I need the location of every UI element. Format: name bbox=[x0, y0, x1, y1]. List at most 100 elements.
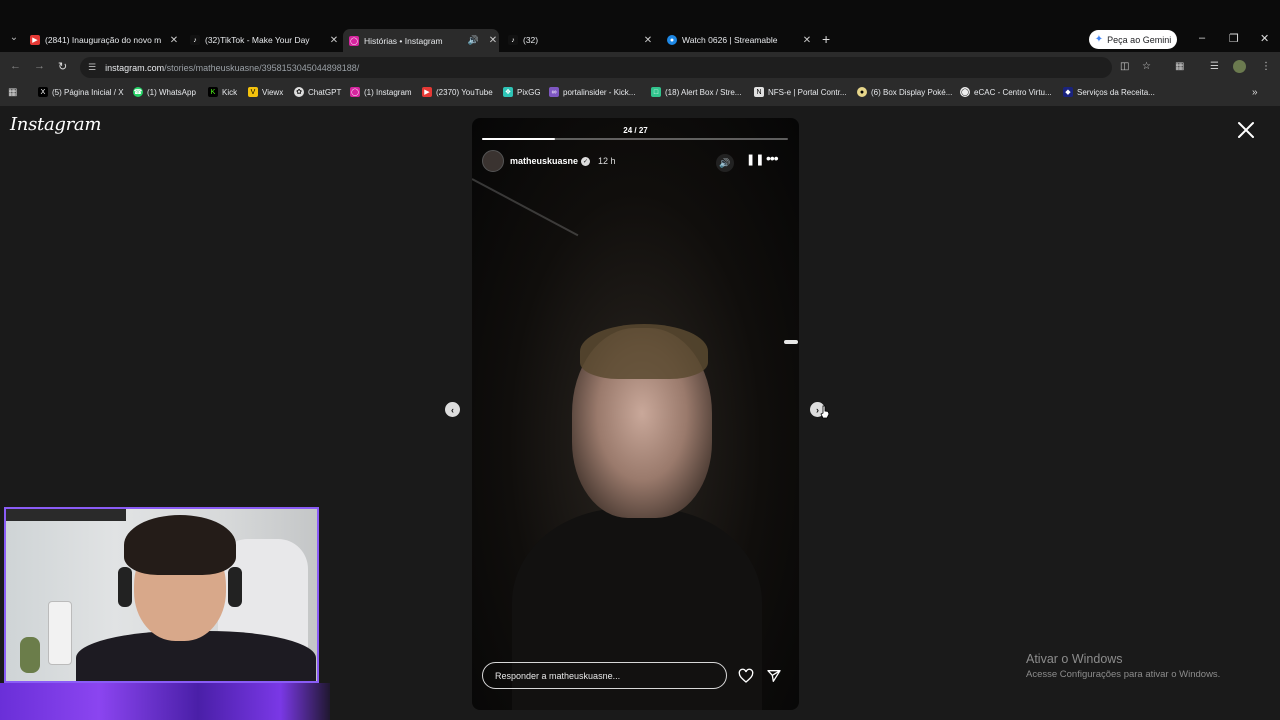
webcam-headset bbox=[118, 567, 132, 607]
tab-title: (2841) Inauguração do novo m bbox=[45, 35, 162, 45]
reload-icon[interactable]: ↻ bbox=[58, 60, 67, 73]
volume-icon[interactable]: 🔊 bbox=[716, 154, 734, 172]
bookmark-label: Serviços da Receita... bbox=[1077, 87, 1155, 97]
pixgg-icon: ❖ bbox=[503, 87, 513, 97]
tab-instagram-stories[interactable]: ◯ Histórias • Instagram 🔊 ✕ bbox=[343, 29, 499, 52]
bookmark-box-display[interactable]: ● (6) Box Display Poké... bbox=[857, 87, 952, 97]
youtube-icon: ▶ bbox=[422, 87, 432, 97]
close-tab-icon[interactable]: ✕ bbox=[801, 35, 813, 46]
address-bar[interactable]: ☰ instagram.com /stories/matheuskuasne/3… bbox=[80, 57, 1112, 78]
tab-youtube[interactable]: ▶ (2841) Inauguração do novo m ✕ bbox=[30, 29, 180, 51]
close-tab-icon[interactable]: ✕ bbox=[168, 35, 180, 46]
media-controls-icon[interactable]: ☰ bbox=[1210, 61, 1219, 72]
bookmark-pixgg[interactable]: ❖ PixGG bbox=[503, 87, 541, 97]
tab-title: Histórias • Instagram bbox=[364, 35, 443, 46]
webcam-figurine bbox=[20, 637, 40, 673]
gemini-sparkle-icon: ✦ bbox=[1094, 34, 1104, 45]
close-tab-icon[interactable]: ✕ bbox=[487, 35, 499, 46]
apps-grid-icon[interactable]: ▦ bbox=[8, 87, 17, 98]
like-heart-icon[interactable] bbox=[738, 668, 754, 684]
kick-icon: K bbox=[208, 87, 218, 97]
bookmark-label: ChatGPT bbox=[308, 87, 342, 97]
bookmark-receita[interactable]: ◆ Serviços da Receita... bbox=[1063, 87, 1155, 97]
send-direct-icon[interactable] bbox=[766, 668, 782, 684]
bookmark-ecac[interactable]: ◯ eCAC - Centro Virtu... bbox=[960, 87, 1052, 97]
bookmark-youtube[interactable]: ▶ (2370) YouTube bbox=[422, 87, 493, 97]
tab-title: Watch 0626 | Streamable bbox=[682, 35, 778, 45]
extensions-puzzle-icon[interactable]: ▦ bbox=[1175, 61, 1184, 72]
story-card[interactable]: 24 / 27 matheuskuasne ✓ 12 h 🔊 ❚❚ ••• Re… bbox=[472, 118, 799, 710]
bookmark-label: (2370) YouTube bbox=[436, 87, 493, 97]
tab-search-chevron-icon[interactable]: ⌄ bbox=[6, 30, 22, 46]
instagram-icon: ◯ bbox=[349, 35, 359, 46]
previous-story-arrow-icon[interactable]: ‹ bbox=[445, 402, 460, 417]
bookmark-label: eCAC - Centro Virtu... bbox=[974, 87, 1052, 97]
bookmark-chatgpt[interactable]: ✿ ChatGPT bbox=[294, 87, 341, 97]
url-host: instagram.com bbox=[105, 62, 165, 73]
bookmark-whatsapp[interactable]: ☎ (1) WhatsApp bbox=[133, 87, 196, 97]
close-tab-icon[interactable]: ✕ bbox=[642, 35, 654, 46]
bookmark-label: NFS-e | Portal Contr... bbox=[768, 87, 847, 97]
verified-badge-icon: ✓ bbox=[581, 156, 591, 166]
reply-input[interactable]: Responder a matheuskuasne... bbox=[482, 662, 727, 689]
portalinsider-icon: ∞ bbox=[549, 87, 559, 97]
alertbox-icon: □ bbox=[651, 87, 661, 97]
bookmark-label: (1) WhatsApp bbox=[147, 87, 196, 97]
nfse-icon: N bbox=[754, 87, 764, 97]
bookmark-label: (6) Box Display Poké... bbox=[871, 87, 953, 97]
ask-gemini-button[interactable]: ✦ Peça ao Gemini bbox=[1089, 30, 1177, 49]
profile-avatar[interactable] bbox=[1233, 60, 1246, 73]
bookmark-label: (1) Instagram bbox=[364, 87, 412, 97]
bookmark-label: portalinsider - Kick... bbox=[563, 87, 636, 97]
bookmark-portalinsider[interactable]: ∞ portalinsider - Kick... bbox=[549, 87, 635, 97]
restore-icon[interactable]: ❐ bbox=[1229, 32, 1239, 45]
webcam-person-hair bbox=[124, 515, 236, 575]
x-icon: X bbox=[38, 87, 48, 97]
site-info-icon[interactable]: ☰ bbox=[88, 62, 96, 73]
forward-arrow-icon[interactable]: → bbox=[34, 60, 45, 72]
bookmark-x[interactable]: X (5) Página Inicial / X bbox=[38, 87, 124, 97]
more-bookmarks-chevron-icon[interactable]: » bbox=[1252, 87, 1258, 98]
bookmark-kick[interactable]: K Kick bbox=[208, 87, 237, 97]
chatgpt-icon: ✿ bbox=[294, 87, 304, 97]
close-story-icon[interactable] bbox=[1236, 120, 1256, 140]
speaker-icon[interactable]: 🔊 bbox=[468, 35, 479, 46]
webcam-headset bbox=[228, 567, 242, 607]
url-path: /stories/matheuskuasne/39581530450448981… bbox=[164, 62, 360, 73]
bookmark-alertbox[interactable]: □ (18) Alert Box / Stre... bbox=[651, 87, 741, 97]
bookmark-instagram[interactable]: ◯ (1) Instagram bbox=[350, 87, 412, 97]
tab-streamable[interactable]: ● Watch 0626 | Streamable ✕ bbox=[667, 29, 813, 51]
story-video-frame bbox=[472, 178, 579, 237]
minimize-icon[interactable]: – bbox=[1199, 32, 1205, 44]
more-options-icon[interactable]: ••• bbox=[766, 150, 779, 166]
back-arrow-icon[interactable]: ← bbox=[10, 60, 21, 72]
bookmark-nfse[interactable]: N NFS-e | Portal Contr... bbox=[754, 87, 847, 97]
tab-tiktok[interactable]: ♪ (32)TikTok - Make Your Day ✕ bbox=[190, 29, 340, 51]
story-progress-fill bbox=[482, 138, 556, 140]
pokemon-icon: ● bbox=[857, 87, 867, 97]
webcam-purple-glow bbox=[0, 683, 330, 720]
receita-icon: ◆ bbox=[1063, 87, 1073, 97]
gemini-label: Peça ao Gemini bbox=[1107, 34, 1172, 45]
new-tab-plus-icon[interactable]: + bbox=[822, 31, 830, 47]
bookmark-viewx[interactable]: V Viewx bbox=[248, 87, 283, 97]
close-window-icon[interactable]: ✕ bbox=[1260, 32, 1269, 45]
close-tab-icon[interactable]: ✕ bbox=[328, 35, 340, 46]
hand-cursor-icon bbox=[820, 405, 830, 419]
pause-icon[interactable]: ❚❚ bbox=[746, 153, 764, 166]
story-header: matheuskuasne ✓ 12 h bbox=[482, 150, 788, 172]
story-author-avatar[interactable] bbox=[482, 150, 504, 172]
bookmark-star-icon[interactable]: ☆ bbox=[1142, 61, 1151, 72]
windows-activation-subtitle: Acesse Configurações para ativar o Windo… bbox=[1026, 669, 1221, 680]
tab-title: (32) bbox=[523, 35, 539, 45]
more-menu-icon[interactable]: ⋮ bbox=[1261, 61, 1271, 72]
youtube-icon: ▶ bbox=[30, 35, 40, 45]
streamable-icon: ● bbox=[667, 35, 677, 45]
bookmark-label: Kick bbox=[222, 87, 238, 97]
instagram-logo[interactable]: Instagram bbox=[10, 114, 101, 135]
install-app-icon[interactable]: ◫ bbox=[1120, 61, 1129, 72]
tab-tiktok-2[interactable]: ♪ (32) ✕ bbox=[508, 29, 654, 51]
bookmark-label: Viewx bbox=[262, 87, 284, 97]
story-username[interactable]: matheuskuasne bbox=[510, 156, 578, 166]
bookmark-label: (5) Página Inicial / X bbox=[52, 87, 124, 97]
